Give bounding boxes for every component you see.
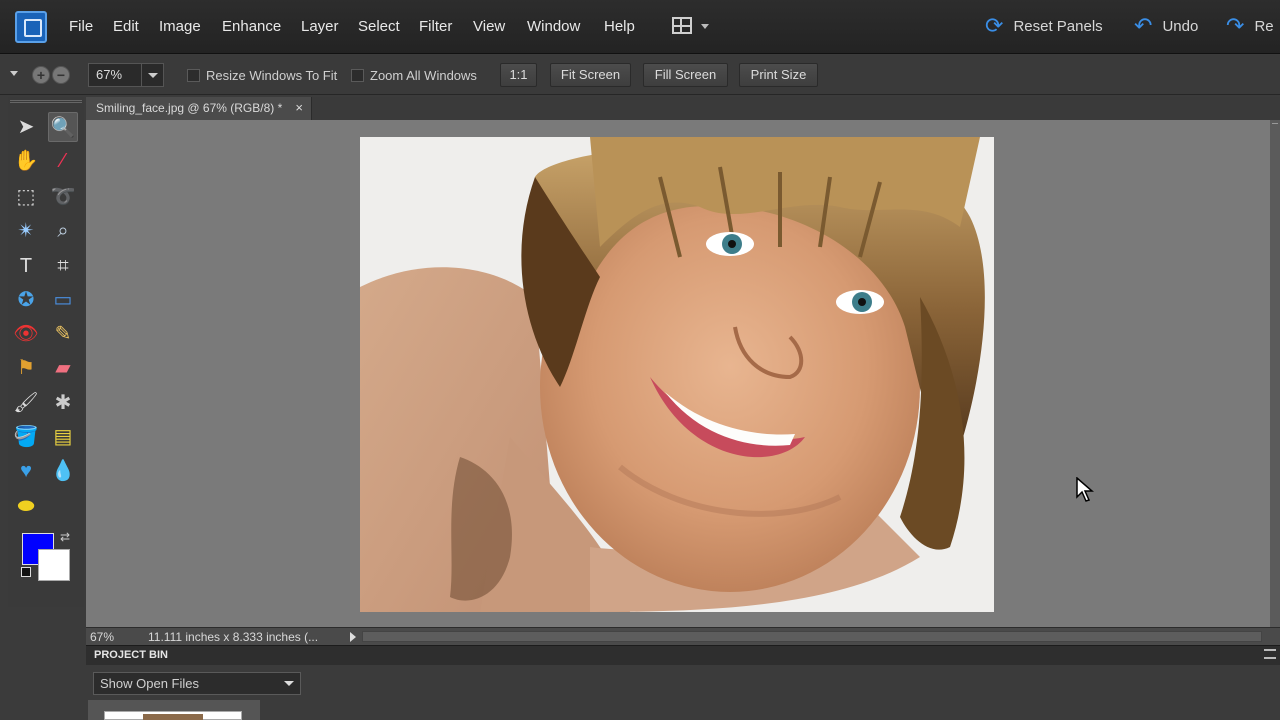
zoom-all-windows-checkbox[interactable]: Zoom All Windows	[351, 68, 477, 83]
custom-shape-tool-icon[interactable]: ♥	[11, 456, 41, 486]
menu-window[interactable]: Window	[527, 18, 580, 35]
show-files-select[interactable]: Show Open Files	[93, 672, 301, 695]
photo-image	[360, 137, 994, 612]
document-tab-title: Smiling_face.jpg @ 67% (RGB/8) *	[96, 101, 283, 115]
chevron-down-icon	[141, 64, 163, 86]
undo-icon: ↶	[1134, 13, 1153, 38]
menu-enhance[interactable]: Enhance	[222, 18, 281, 35]
menu-edit[interactable]: Edit	[113, 18, 139, 35]
app-logo-icon[interactable]	[15, 11, 47, 43]
menu-image[interactable]: Image	[159, 18, 201, 35]
straighten-tool-icon[interactable]: ▭	[48, 285, 78, 315]
document-tab[interactable]: Smiling_face.jpg @ 67% (RGB/8) * ×	[86, 97, 312, 120]
undo-button[interactable]: ↶ Undo	[1134, 13, 1199, 38]
default-colors-icon[interactable]	[21, 567, 31, 577]
magic-wand-tool-icon[interactable]: ✴	[11, 216, 41, 246]
quick-selection-tool-icon[interactable]: ⌕	[48, 216, 78, 246]
eraser-tool-icon[interactable]: ▰	[48, 353, 78, 383]
menu-help[interactable]: Help	[604, 18, 635, 35]
fill-screen-button[interactable]: Fill Screen	[643, 63, 728, 87]
menu-bar: File Edit Image Enhance Layer Select Fil…	[0, 0, 1280, 54]
checkbox-box	[351, 69, 364, 82]
undo-label: Undo	[1162, 17, 1199, 35]
fit-screen-button[interactable]: Fit Screen	[550, 63, 631, 87]
menu-view[interactable]: View	[473, 18, 505, 35]
hand-tool-icon[interactable]: ✋	[11, 146, 41, 176]
toolbox: ➤ 🔍 ✋ ⁄ ⬚ ➰ ✴ ⌕ T ⌗ ✪ ▭ 👁 ✎ ⚑ ▰ 🖌 ✱ 🪣 ▤ …	[8, 97, 84, 607]
horizontal-scrollbar[interactable]	[362, 631, 1262, 642]
layout-grid-icon	[672, 17, 692, 34]
swap-colors-icon[interactable]: ⇄	[60, 530, 70, 544]
menu-select[interactable]: Select	[358, 18, 400, 35]
cookie-cutter-tool-icon[interactable]: ✪	[11, 285, 41, 315]
brush-tool-icon[interactable]: 🖌	[11, 388, 41, 418]
zoom-in-icon[interactable]: +	[32, 66, 50, 84]
crop-tool-icon[interactable]: ⌗	[48, 251, 78, 281]
redo-button[interactable]: ↷ Re	[1226, 13, 1274, 38]
menu-layer[interactable]: Layer	[301, 18, 339, 35]
lasso-tool-icon[interactable]: ➰	[48, 182, 78, 212]
resize-windows-label: Resize Windows To Fit	[206, 68, 338, 83]
eyedropper-tool-icon[interactable]: ⁄	[48, 146, 78, 176]
tool-options-bar: + − 67% Resize Windows To Fit Zoom All W…	[0, 55, 1280, 95]
project-bin-panel: Show Open Files	[86, 665, 1280, 720]
workspace-layout-button[interactable]	[672, 17, 712, 37]
reset-panels-button[interactable]: ⟳ Reset Panels	[985, 13, 1103, 38]
print-size-button[interactable]: Print Size	[739, 63, 818, 87]
smart-brush-tool-icon[interactable]: ✱	[48, 388, 78, 418]
photo-canvas[interactable]	[360, 137, 994, 612]
status-bar: 67% 11.111 inches x 8.333 inches (...	[86, 627, 1280, 645]
clone-stamp-tool-icon[interactable]: ⚑	[11, 353, 41, 383]
status-zoom: 67%	[90, 630, 115, 644]
project-bin-title: PROJECT BIN	[94, 649, 168, 661]
actual-pixels-button[interactable]: 1:1	[500, 63, 537, 87]
zoom-out-icon[interactable]: −	[52, 66, 70, 84]
move-tool-icon[interactable]: ➤	[11, 112, 41, 142]
reset-panels-label: Reset Panels	[1013, 17, 1103, 35]
bin-thumbnail[interactable]	[104, 711, 242, 720]
status-menu-arrow-icon[interactable]	[348, 630, 358, 643]
menu-file[interactable]: File	[69, 18, 93, 35]
marquee-tool-icon[interactable]: ⬚	[11, 182, 41, 212]
status-document-dimensions: 11.111 inches x 8.333 inches (...	[148, 630, 319, 644]
sponge-tool-icon[interactable]: ⬬	[11, 491, 41, 521]
toolbox-grip[interactable]	[10, 100, 82, 103]
paint-bucket-tool-icon[interactable]: 🪣	[11, 422, 41, 452]
bin-thumbnail-slot[interactable]	[88, 700, 260, 720]
checkbox-box	[187, 69, 200, 82]
tool-preset-chevron-icon[interactable]	[10, 71, 18, 76]
reset-icon: ⟳	[985, 13, 1004, 38]
redo-icon: ↷	[1226, 13, 1245, 38]
show-files-value: Show Open Files	[100, 676, 199, 691]
vertical-scrollbar[interactable]	[1270, 120, 1280, 627]
chevron-down-icon	[701, 24, 709, 29]
background-color-swatch[interactable]	[38, 549, 70, 581]
spot-healing-tool-icon[interactable]: ✎	[48, 319, 78, 349]
menu-filter[interactable]: Filter	[419, 18, 452, 35]
gradient-tool-icon[interactable]: ▤	[48, 422, 78, 452]
zoom-tool-icon[interactable]: 🔍	[48, 112, 78, 142]
zoom-all-windows-label: Zoom All Windows	[370, 68, 477, 83]
document-tab-bar: Smiling_face.jpg @ 67% (RGB/8) * ×	[86, 97, 1280, 120]
close-icon[interactable]: ×	[295, 100, 303, 115]
panel-menu-icon[interactable]	[1264, 649, 1276, 659]
resize-windows-checkbox[interactable]: Resize Windows To Fit	[187, 68, 337, 83]
zoom-level-select[interactable]: 67%	[88, 63, 164, 87]
red-eye-tool-icon[interactable]: 👁	[11, 319, 41, 349]
project-bin-header[interactable]: PROJECT BIN	[86, 645, 1280, 665]
type-tool-icon[interactable]: T	[11, 251, 41, 281]
blur-tool-icon[interactable]: 💧	[48, 456, 78, 486]
mouse-cursor-icon	[1076, 477, 1094, 502]
zoom-level-value: 67%	[96, 67, 123, 82]
redo-label: Re	[1254, 17, 1274, 35]
